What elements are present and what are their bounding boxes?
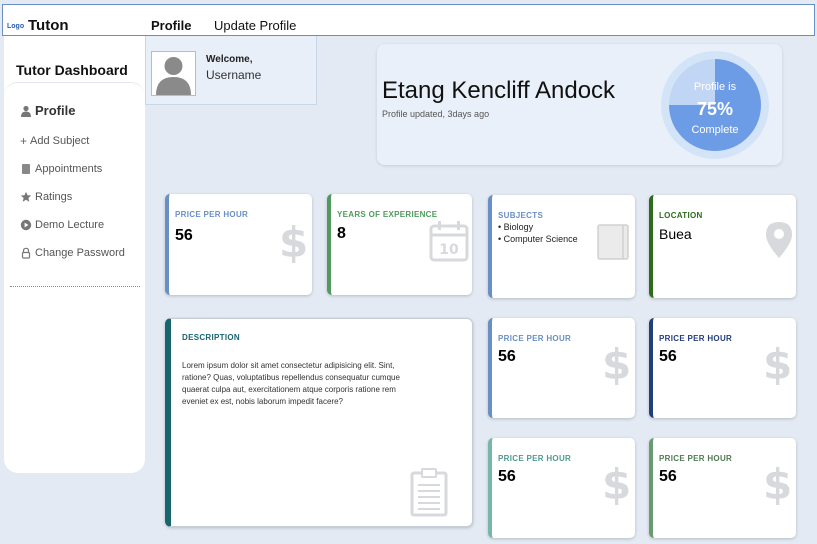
price-value: 56 (498, 348, 516, 365)
sidebar-item-label: Ratings (35, 191, 73, 203)
sidebar-item-demo-lecture[interactable]: Demo Lecture (20, 219, 104, 231)
dollar-icon: $ (763, 460, 793, 509)
description-card: DESCRIPTION Lorem ipsum dolor sit amet c… (165, 318, 473, 527)
play-icon (20, 219, 32, 231)
price-value: 56 (498, 468, 516, 485)
price-per-hour-card-2: PRICE PER HOUR 56 $ (488, 318, 635, 418)
brand-logo[interactable]: Tuton (28, 17, 69, 34)
card-label: PRICE PER HOUR (659, 454, 733, 463)
sidebar-divider (4, 82, 145, 102)
welcome-greeting: Welcome, (206, 54, 253, 65)
price-per-hour-card: PRICE PER HOUR 56 $ (165, 194, 312, 295)
person-icon (21, 105, 31, 117)
subjects-card: SUBJECTS • Biology • Computer Science (488, 195, 635, 298)
tab-profile[interactable]: Profile (151, 18, 191, 33)
sidebar-item-label: Add Subject (30, 135, 90, 147)
sidebar-item-label: Change Password (35, 247, 125, 259)
clipboard-icon (410, 468, 448, 517)
user-silhouette-icon (156, 57, 191, 95)
sidebar-item-label: Profile (35, 103, 76, 118)
years-experience-card: YEARS OF EXPERIENCE 8 10 (327, 194, 472, 295)
document-icon (22, 164, 30, 174)
card-label: YEARS OF EXPERIENCE (337, 210, 438, 219)
plus-icon: + (20, 134, 28, 148)
subjects-list: • Biology • Computer Science (498, 221, 578, 245)
profile-summary-card: Etang Kencliff Andock Profile updated, 3… (377, 44, 782, 165)
profile-name: Etang Kencliff Andock (382, 77, 616, 104)
dollar-icon: $ (602, 460, 632, 509)
price-per-hour-card-4: PRICE PER HOUR 56 $ (488, 438, 635, 538)
profile-updated-text: Profile updated, 3days ago (382, 109, 490, 119)
sidebar-item-add-subject[interactable]: + Add Subject (20, 134, 89, 148)
logo-small-text: Logo (7, 23, 25, 30)
avatar[interactable] (151, 51, 196, 96)
card-label: SUBJECTS (498, 211, 544, 220)
lock-icon (21, 247, 31, 259)
card-label: PRICE PER HOUR (175, 210, 249, 219)
price-per-hour-card-3: PRICE PER HOUR 56 $ (649, 318, 796, 418)
card-label: PRICE PER HOUR (659, 334, 733, 343)
location-card: LOCATION Buea (649, 195, 796, 298)
completion-label-top: Profile is (693, 81, 737, 93)
price-value: 56 (659, 468, 677, 485)
card-label: LOCATION (659, 211, 703, 220)
sidebar-item-appointments[interactable]: Appointments (20, 163, 102, 175)
location-pin-icon (766, 222, 792, 258)
experience-value: 8 (337, 225, 346, 242)
calendar-icon: 10 (429, 221, 469, 262)
sidebar-item-label: Demo Lecture (35, 219, 105, 231)
book-icon (597, 224, 629, 260)
price-value: 56 (175, 227, 193, 244)
sidebar: Tutor Dashboard Profile + Add Subject Ap… (4, 36, 145, 473)
profile-completion-ring: Profile is 75% Complete (661, 51, 769, 159)
completion-label-bottom: Complete (691, 124, 739, 136)
price-value: 56 (659, 348, 677, 365)
sidebar-item-change-password[interactable]: Change Password (20, 247, 125, 259)
welcome-card: Welcome, Username (145, 36, 317, 105)
completion-percent: 75% (696, 99, 734, 119)
sidebar-item-ratings[interactable]: Ratings (20, 191, 72, 203)
location-value: Buea (659, 226, 692, 242)
top-navbar: Logo Tuton Profile Update Profile (2, 4, 815, 36)
calendar-number: 10 (439, 242, 459, 258)
sidebar-item-label: Appointments (35, 163, 103, 175)
dollar-icon: $ (602, 340, 632, 389)
dollar-icon: $ (763, 340, 793, 389)
dollar-icon: $ (279, 218, 309, 267)
description-text: Lorem ipsum dolor sit amet consectetur a… (182, 361, 400, 406)
welcome-username: Username (206, 68, 262, 82)
sidebar-dotted-divider (10, 286, 140, 287)
subject-item: • Computer Science (498, 234, 578, 244)
description-label: DESCRIPTION (182, 333, 240, 342)
card-label: PRICE PER HOUR (498, 454, 572, 463)
subject-item: • Biology (498, 222, 534, 232)
price-per-hour-card-5: PRICE PER HOUR 56 $ (649, 438, 796, 538)
sidebar-item-profile[interactable]: Profile (20, 103, 75, 118)
card-label: PRICE PER HOUR (498, 334, 572, 343)
tab-update-profile[interactable]: Update Profile (214, 18, 296, 33)
sidebar-title: Tutor Dashboard (16, 62, 128, 78)
star-icon (20, 191, 32, 202)
